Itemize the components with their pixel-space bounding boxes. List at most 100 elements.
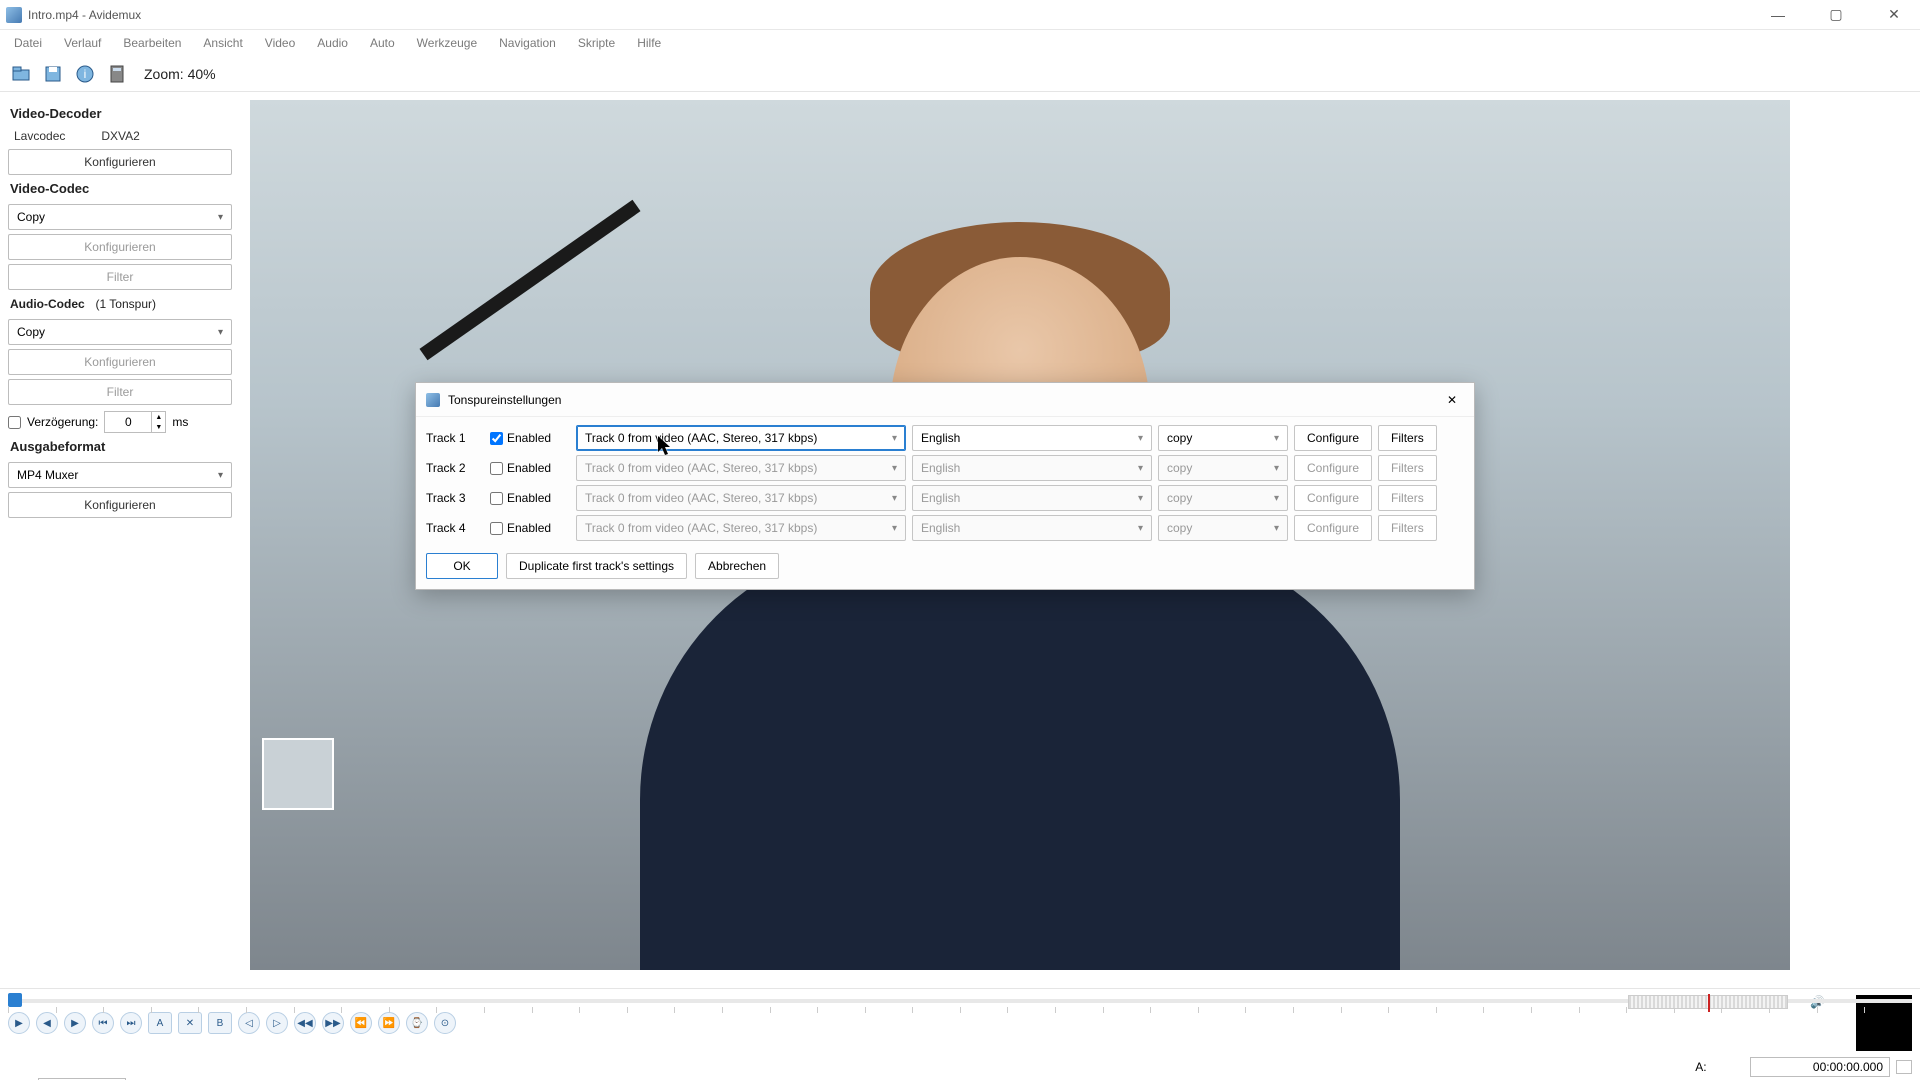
spinner-down-icon[interactable]: ▼ [152, 422, 165, 432]
delay-spinner[interactable]: 0 ▲▼ [104, 411, 166, 433]
decoder-dxva2: DXVA2 [101, 129, 139, 143]
track-codec-select[interactable]: copy▾ [1158, 425, 1288, 451]
chevron-down-icon: ▾ [1138, 523, 1143, 534]
track-source-select[interactable]: Track 0 from video (AAC, Stereo, 317 kbp… [576, 425, 906, 451]
track-label: Track 4 [426, 521, 484, 535]
window-title: Intro.mp4 - Avidemux [28, 8, 141, 22]
mark-a-flag-icon[interactable] [1896, 1060, 1912, 1074]
track-language-select[interactable]: English ▾ [912, 485, 1152, 511]
track-configure-button[interactable]: Configure [1294, 455, 1372, 481]
chevron-down-icon: ▾ [892, 433, 897, 444]
dialog-duplicate-button[interactable]: Duplicate first track's settings [506, 553, 687, 579]
track-label: Track 1 [426, 431, 484, 445]
main-toolbar: i Zoom: 40% [0, 56, 1920, 92]
chevron-down-icon: ▾ [1274, 433, 1279, 444]
open-icon[interactable] [10, 63, 32, 85]
track-row: Track 1 Enabled Track 0 from video (AAC, … [426, 423, 1464, 453]
section-output-format: Ausgabeformat [10, 439, 242, 454]
decoder-configure-button[interactable]: Konfigurieren [8, 149, 232, 175]
output-format-select[interactable]: MP4 Muxer▾ [8, 462, 232, 488]
track-codec-select[interactable]: copy▾ [1158, 485, 1288, 511]
track-language-value: English [921, 431, 960, 445]
menu-hilfe[interactable]: Hilfe [627, 32, 671, 54]
close-button[interactable]: ✕ [1874, 1, 1914, 29]
audio-codec-select[interactable]: Copy▾ [8, 319, 232, 345]
menu-werkzeuge[interactable]: Werkzeuge [407, 32, 487, 54]
track-configure-button[interactable]: Configure [1294, 485, 1372, 511]
section-video-codec: Video-Codec [10, 181, 242, 196]
menu-auto[interactable]: Auto [360, 32, 405, 54]
video-codec-configure-button[interactable]: Konfigurieren [8, 234, 232, 260]
save-icon[interactable] [42, 63, 64, 85]
track-language-value: English [921, 491, 960, 505]
track-source-select[interactable]: Track 0 from video (AAC, Stereo, 317 kbp… [576, 515, 906, 541]
track-language-select[interactable]: English▾ [912, 425, 1152, 451]
spinner-up-icon[interactable]: ▲ [152, 412, 165, 422]
video-codec-filter-button[interactable]: Filter [8, 264, 232, 290]
info-icon[interactable]: i [74, 63, 96, 85]
track-language-select[interactable]: English▾ [912, 455, 1152, 481]
dialog-cancel-button[interactable]: Abbrechen [695, 553, 779, 579]
track-enabled-checkbox[interactable] [490, 492, 503, 505]
timeline-playhead[interactable] [8, 993, 22, 1007]
menu-verlauf[interactable]: Verlauf [54, 32, 111, 54]
track-source-value: Track 0 from video (AAC, Stereo, 317 kbp… [585, 431, 817, 445]
track-enabled-label: Enabled [507, 431, 551, 445]
track-source-value: Track 0 from video (AAC, Stereo, 317 kbp… [585, 461, 817, 475]
video-codec-value: Copy [17, 210, 45, 224]
minimize-button[interactable]: ― [1758, 1, 1798, 29]
track-enabled-checkbox[interactable] [490, 432, 503, 445]
mark-a-label: A: [1695, 1060, 1744, 1074]
output-format-configure-button[interactable]: Konfigurieren [8, 492, 232, 518]
audio-codec-configure-button[interactable]: Konfigurieren [8, 349, 232, 375]
track-codec-value: copy [1167, 461, 1192, 475]
track-row: Track 3 Enabled Track 0 from video (AAC, … [426, 483, 1464, 513]
track-codec-select[interactable]: copy▾ [1158, 455, 1288, 481]
maximize-button[interactable]: ▢ [1816, 1, 1856, 29]
chevron-down-icon: ▾ [892, 523, 897, 534]
track-filters-button[interactable]: Filters [1378, 485, 1437, 511]
track-codec-select[interactable]: copy▾ [1158, 515, 1288, 541]
track-filters-button[interactable]: Filters [1378, 515, 1437, 541]
track-enabled-label: Enabled [507, 491, 551, 505]
svg-text:i: i [84, 67, 87, 81]
dialog-title: Tonspureinstellungen [448, 393, 561, 407]
track-label: Track 3 [426, 491, 484, 505]
chevron-down-icon: ▾ [1138, 493, 1143, 504]
chevron-down-icon: ▾ [892, 493, 897, 504]
app-icon [6, 7, 22, 23]
menu-bearbeiten[interactable]: Bearbeiten [113, 32, 191, 54]
calculator-icon[interactable] [106, 63, 128, 85]
menu-audio[interactable]: Audio [307, 32, 358, 54]
transport-panel: ▶ ◀ ▶ ⏮ ⏭ A ✕ B ◁ ▷ ◀◀ ▶▶ ⏪ ⏩ ⌚ ⊙ 🔊 Zeit… [0, 988, 1920, 1080]
menu-skripte[interactable]: Skripte [568, 32, 625, 54]
audio-tracks-dialog: Tonspureinstellungen ✕ Track 1 EnabledTr… [415, 382, 1475, 590]
preview-thumbnail [262, 738, 334, 810]
track-language-value: English [921, 521, 960, 535]
track-configure-button[interactable]: Configure [1294, 515, 1372, 541]
track-source-select[interactable]: Track 0 from video (AAC, Stereo, 317 kbp… [576, 485, 906, 511]
preview-mini [1856, 995, 1912, 1051]
menu-video[interactable]: Video [255, 32, 305, 54]
dialog-close-button[interactable]: ✕ [1440, 388, 1464, 412]
menu-ansicht[interactable]: Ansicht [193, 32, 252, 54]
section-video-decoder: Video-Decoder [10, 106, 242, 121]
chevron-down-icon: ▾ [218, 212, 223, 223]
track-filters-button[interactable]: Filters [1378, 425, 1437, 451]
track-enabled-checkbox[interactable] [490, 462, 503, 475]
track-enabled-checkbox[interactable] [490, 522, 503, 535]
mark-a-value: 00:00:00.000 [1750, 1057, 1890, 1077]
track-filters-button[interactable]: Filters [1378, 455, 1437, 481]
menu-navigation[interactable]: Navigation [489, 32, 566, 54]
delay-checkbox[interactable] [8, 416, 21, 429]
track-row: Track 2 EnabledTrack 0 from video (AAC, … [426, 453, 1464, 483]
track-source-select[interactable]: Track 0 from video (AAC, Stereo, 317 kbp… [576, 455, 906, 481]
video-codec-select[interactable]: Copy ▾ [8, 204, 232, 230]
track-configure-button[interactable]: Configure [1294, 425, 1372, 451]
menu-datei[interactable]: Datei [4, 32, 52, 54]
track-source-value: Track 0 from video (AAC, Stereo, 317 kbp… [585, 491, 817, 505]
audio-codec-filter-button[interactable]: Filter [8, 379, 232, 405]
track-language-select[interactable]: English ▾ [912, 515, 1152, 541]
dialog-ok-button[interactable]: OK [426, 553, 498, 579]
track-source-value: Track 0 from video (AAC, Stereo, 317 kbp… [585, 521, 817, 535]
